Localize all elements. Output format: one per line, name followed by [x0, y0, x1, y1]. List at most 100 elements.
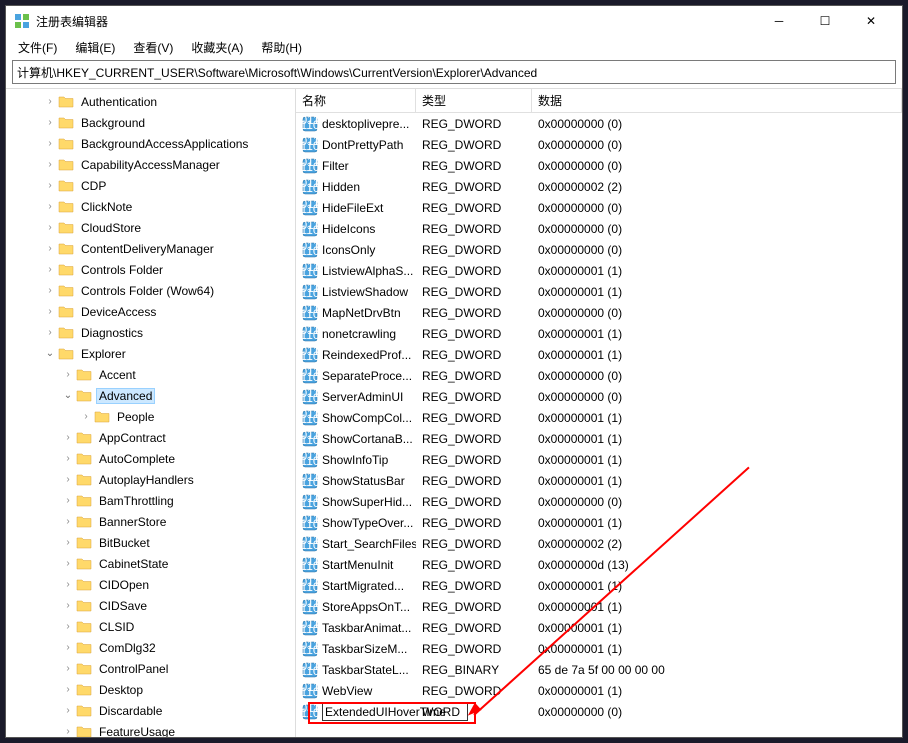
list-row[interactable]: HideIconsREG_DWORD0x00000000 (0) — [296, 218, 902, 239]
expand-icon[interactable]: › — [60, 558, 76, 569]
tree-item[interactable]: ›Background — [6, 112, 295, 133]
tree-item[interactable]: ›CloudStore — [6, 217, 295, 238]
menu-file[interactable]: 文件(F) — [10, 37, 65, 58]
expand-icon[interactable]: › — [60, 516, 76, 527]
list-row[interactable]: ServerAdminUIREG_DWORD0x00000000 (0) — [296, 386, 902, 407]
maximize-button[interactable]: ☐ — [802, 6, 848, 36]
list-row[interactable]: TaskbarAnimat...REG_DWORD0x00000001 (1) — [296, 617, 902, 638]
expand-icon[interactable]: › — [42, 180, 58, 191]
list-row[interactable]: StartMenuInitREG_DWORD0x0000000d (13) — [296, 554, 902, 575]
expand-icon[interactable]: › — [42, 117, 58, 128]
minimize-button[interactable]: ─ — [756, 6, 802, 36]
expand-icon[interactable]: › — [42, 138, 58, 149]
list-row[interactable]: TaskbarStateL...REG_BINARY65 de 7a 5f 00… — [296, 659, 902, 680]
list-row[interactable]: SeparateProce...REG_DWORD0x00000000 (0) — [296, 365, 902, 386]
expand-icon[interactable]: › — [42, 222, 58, 233]
list-row[interactable]: desktoplivepre...REG_DWORD0x00000000 (0) — [296, 113, 902, 134]
list-row[interactable]: Start_SearchFilesREG_DWORD0x00000002 (2) — [296, 533, 902, 554]
list-row[interactable]: ListviewShadowREG_DWORD0x00000001 (1) — [296, 281, 902, 302]
tree-item[interactable]: ›Discardable — [6, 700, 295, 721]
tree-item[interactable]: ›CabinetState — [6, 553, 295, 574]
menu-help[interactable]: 帮助(H) — [253, 37, 310, 58]
list-row[interactable]: StartMigrated...REG_DWORD0x00000001 (1) — [296, 575, 902, 596]
tree-item[interactable]: ›Controls Folder — [6, 259, 295, 280]
tree-item[interactable]: ›CapabilityAccessManager — [6, 154, 295, 175]
list-row[interactable]: ShowStatusBarREG_DWORD0x00000001 (1) — [296, 470, 902, 491]
expand-icon[interactable]: › — [60, 495, 76, 506]
list-row[interactable]: ListviewAlphaS...REG_DWORD0x00000001 (1) — [296, 260, 902, 281]
expand-icon[interactable]: › — [60, 621, 76, 632]
tree-item[interactable]: ›ContentDeliveryManager — [6, 238, 295, 259]
list-row[interactable]: TaskbarSizeM...REG_DWORD0x00000001 (1) — [296, 638, 902, 659]
tree-item[interactable]: ›BamThrottling — [6, 490, 295, 511]
list-row[interactable]: ShowSuperHid...REG_DWORD0x00000000 (0) — [296, 491, 902, 512]
list-row[interactable]: ShowTypeOver...REG_DWORD0x00000001 (1) — [296, 512, 902, 533]
list-row[interactable]: FilterREG_DWORD0x00000000 (0) — [296, 155, 902, 176]
tree-item[interactable]: ›Controls Folder (Wow64) — [6, 280, 295, 301]
expand-icon[interactable]: › — [42, 96, 58, 107]
expand-icon[interactable]: › — [60, 432, 76, 443]
tree-pane[interactable]: ›Authentication›Background›BackgroundAcc… — [6, 89, 296, 737]
tree-item[interactable]: ›Authentication — [6, 91, 295, 112]
tree-item[interactable]: ›ComDlg32 — [6, 637, 295, 658]
expand-icon[interactable]: › — [60, 579, 76, 590]
close-button[interactable]: ✕ — [848, 6, 894, 36]
list-row[interactable]: ReindexedProf...REG_DWORD0x00000001 (1) — [296, 344, 902, 365]
column-data[interactable]: 数据 — [532, 89, 902, 112]
expand-icon[interactable]: › — [42, 264, 58, 275]
column-name[interactable]: 名称 — [296, 89, 416, 112]
tree-item[interactable]: ›BannerStore — [6, 511, 295, 532]
expand-icon[interactable]: › — [60, 726, 76, 737]
expand-icon[interactable]: › — [60, 600, 76, 611]
list-row[interactable]: HideFileExtREG_DWORD0x00000000 (0) — [296, 197, 902, 218]
tree-item[interactable]: ›ClickNote — [6, 196, 295, 217]
expand-icon[interactable]: › — [42, 201, 58, 212]
list-row[interactable]: ShowCortanaB...REG_DWORD0x00000001 (1) — [296, 428, 902, 449]
tree-item[interactable]: ›People — [6, 406, 295, 427]
tree-item[interactable]: ›BitBucket — [6, 532, 295, 553]
tree-item[interactable]: ⌄Advanced — [6, 385, 295, 406]
expand-icon[interactable]: › — [60, 453, 76, 464]
tree-item[interactable]: ›AutoComplete — [6, 448, 295, 469]
collapse-icon[interactable]: ⌄ — [60, 390, 76, 401]
expand-icon[interactable]: › — [42, 327, 58, 338]
tree-item[interactable]: ›CIDOpen — [6, 574, 295, 595]
expand-icon[interactable]: › — [60, 537, 76, 548]
expand-icon[interactable]: › — [42, 243, 58, 254]
list-row[interactable]: HiddenREG_DWORD0x00000002 (2) — [296, 176, 902, 197]
collapse-icon[interactable]: ⌄ — [42, 348, 58, 359]
list-row[interactable]: nonetcrawlingREG_DWORD0x00000001 (1) — [296, 323, 902, 344]
expand-icon[interactable]: › — [60, 642, 76, 653]
menu-edit[interactable]: 编辑(E) — [67, 37, 123, 58]
tree-item[interactable]: ›CLSID — [6, 616, 295, 637]
tree-item[interactable]: ›FeatureUsage — [6, 721, 295, 737]
tree-item[interactable]: ›DeviceAccess — [6, 301, 295, 322]
tree-item[interactable]: ›Diagnostics — [6, 322, 295, 343]
tree-item[interactable]: ›ControlPanel — [6, 658, 295, 679]
expand-icon[interactable]: › — [42, 159, 58, 170]
expand-icon[interactable]: › — [78, 411, 94, 422]
tree-item[interactable]: ›BackgroundAccessApplications — [6, 133, 295, 154]
tree-item[interactable]: ›CIDSave — [6, 595, 295, 616]
list-body[interactable]: desktoplivepre...REG_DWORD0x00000000 (0)… — [296, 113, 902, 737]
expand-icon[interactable]: › — [60, 684, 76, 695]
menu-favorites[interactable]: 收藏夹(A) — [183, 37, 251, 58]
expand-icon[interactable]: › — [60, 474, 76, 485]
expand-icon[interactable]: › — [42, 306, 58, 317]
expand-icon[interactable]: › — [60, 663, 76, 674]
tree-item[interactable]: ›Desktop — [6, 679, 295, 700]
tree-item[interactable]: ›AutoplayHandlers — [6, 469, 295, 490]
list-row[interactable]: DontPrettyPathREG_DWORD0x00000000 (0) — [296, 134, 902, 155]
tree-item[interactable]: ›AppContract — [6, 427, 295, 448]
address-bar[interactable]: 计算机\HKEY_CURRENT_USER\Software\Microsoft… — [12, 60, 896, 84]
expand-icon[interactable]: › — [60, 369, 76, 380]
tree-item[interactable]: ›CDP — [6, 175, 295, 196]
list-row[interactable]: IconsOnlyREG_DWORD0x00000000 (0) — [296, 239, 902, 260]
list-row[interactable]: ShowCompCol...REG_DWORD0x00000001 (1) — [296, 407, 902, 428]
list-row[interactable]: WebViewREG_DWORD0x00000001 (1) — [296, 680, 902, 701]
expand-icon[interactable]: › — [60, 705, 76, 716]
list-row[interactable]: StoreAppsOnT...REG_DWORD0x00000001 (1) — [296, 596, 902, 617]
tree-item[interactable]: ⌄Explorer — [6, 343, 295, 364]
list-row[interactable]: MapNetDrvBtnREG_DWORD0x00000000 (0) — [296, 302, 902, 323]
list-row-editing[interactable]: WORD0x00000000 (0) — [296, 701, 902, 722]
